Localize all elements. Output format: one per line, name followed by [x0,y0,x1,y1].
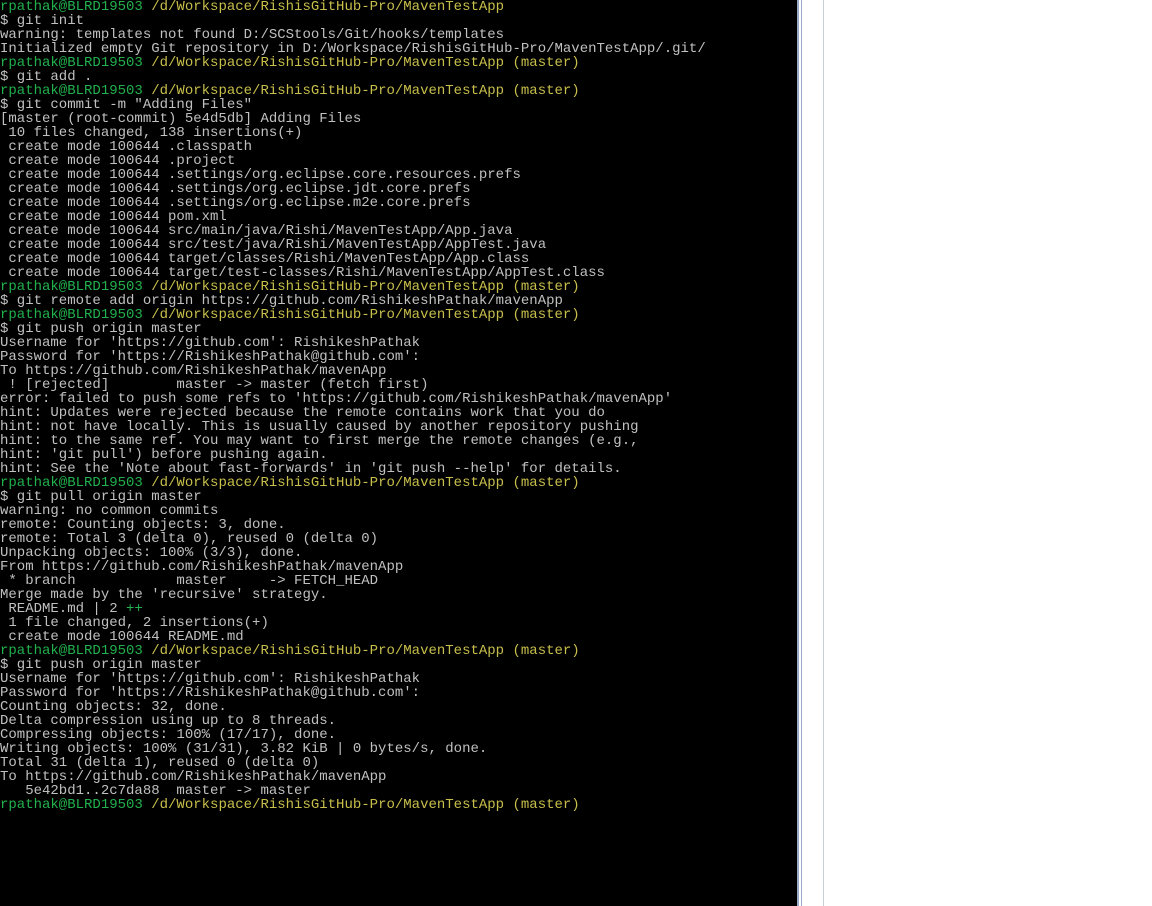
prompt-path: /d/Workspace/RishisGitHub-Pro/MavenTestA… [143,0,504,15]
terminal-line: hint: to the same ref. You may want to f… [0,434,797,448]
terminal-line: rpathak@BLRD19503 /d/Workspace/RishisGit… [0,280,797,294]
terminal-line: Merge made by the 'recursive' strategy. [0,588,797,602]
terminal-line: $ git add . [0,70,797,84]
terminal-line: Username for 'https://github.com': Rishi… [0,336,797,350]
terminal-line: $ git pull origin master [0,490,797,504]
terminal-line: Password for 'https://RishikeshPathak@gi… [0,350,797,364]
terminal-line: 1 file changed, 2 insertions(+) [0,616,797,630]
terminal-line: hint: not have locally. This is usually … [0,420,797,434]
terminal-line: remote: Counting objects: 3, done. [0,518,797,532]
terminal-line: README.md | 2 ++ [0,602,797,616]
terminal-line: Compressing objects: 100% (17/17), done. [0,728,797,742]
scrollbar-gutter [801,0,824,906]
terminal-line: From https://github.com/RishikeshPathak/… [0,560,797,574]
terminal-line: warning: no common commits [0,504,797,518]
terminal-line: warning: templates not found D:/SCStools… [0,28,797,42]
terminal-line: $ git push origin master [0,658,797,672]
terminal-line: Writing objects: 100% (31/31), 3.82 KiB … [0,742,797,756]
terminal-window[interactable]: rpathak@BLRD19503 /d/Workspace/RishisGit… [0,0,799,906]
terminal-line: Counting objects: 32, done. [0,700,797,714]
terminal-line: rpathak@BLRD19503 /d/Workspace/RishisGit… [0,476,797,490]
prompt-path: /d/Workspace/RishisGitHub-Pro/MavenTestA… [143,55,580,71]
terminal-line: To https://github.com/RishikeshPathak/ma… [0,364,797,378]
prompt-path: /d/Workspace/RishisGitHub-Pro/MavenTestA… [143,307,580,323]
terminal-line: To https://github.com/RishikeshPathak/ma… [0,770,797,784]
terminal-line: create mode 100644 src/main/java/Rishi/M… [0,224,797,238]
terminal-line: hint: Updates were rejected because the … [0,406,797,420]
terminal-line: Unpacking objects: 100% (3/3), done. [0,546,797,560]
terminal-line: rpathak@BLRD19503 /d/Workspace/RishisGit… [0,798,797,812]
terminal-line: $ git init [0,14,797,28]
terminal-line: $ git push origin master [0,322,797,336]
terminal-line: create mode 100644 .settings/org.eclipse… [0,196,797,210]
terminal-line: Password for 'https://RishikeshPathak@gi… [0,686,797,700]
terminal-line: create mode 100644 .classpath [0,140,797,154]
terminal-line: $ git remote add origin https://github.c… [0,294,797,308]
terminal-line: hint: 'git pull') before pushing again. [0,448,797,462]
prompt-user: rpathak@BLRD19503 [0,797,143,813]
terminal-line: 5e42bd1..2c7da88 master -> master [0,784,797,798]
terminal-line: rpathak@BLRD19503 /d/Workspace/RishisGit… [0,644,797,658]
terminal-line: $ git commit -m "Adding Files" [0,98,797,112]
terminal-line: * branch master -> FETCH_HEAD [0,574,797,588]
terminal-line: 10 files changed, 138 insertions(+) [0,126,797,140]
terminal-line: remote: Total 3 (delta 0), reused 0 (del… [0,532,797,546]
terminal-line: hint: See the 'Note about fast-forwards'… [0,462,797,476]
terminal-line: Username for 'https://github.com': Rishi… [0,672,797,686]
terminal-line: Total 31 (delta 1), reused 0 (delta 0) [0,756,797,770]
terminal-line: error: failed to push some refs to 'http… [0,392,797,406]
terminal-line: Initialized empty Git repository in D:/W… [0,42,797,56]
terminal-line: rpathak@BLRD19503 /d/Workspace/RishisGit… [0,84,797,98]
terminal-line: create mode 100644 .project [0,154,797,168]
terminal-line: create mode 100644 .settings/org.eclipse… [0,182,797,196]
terminal-line: create mode 100644 target/test-classes/R… [0,266,797,280]
terminal-line: Delta compression using up to 8 threads. [0,714,797,728]
terminal-line: create mode 100644 README.md [0,630,797,644]
terminal-line: create mode 100644 src/test/java/Rishi/M… [0,238,797,252]
terminal-line: rpathak@BLRD19503 /d/Workspace/RishisGit… [0,56,797,70]
terminal-line: rpathak@BLRD19503 /d/Workspace/RishisGit… [0,0,797,14]
terminal-line: [master (root-commit) 5e4d5db] Adding Fi… [0,112,797,126]
terminal-line: create mode 100644 .settings/org.eclipse… [0,168,797,182]
terminal-line: rpathak@BLRD19503 /d/Workspace/RishisGit… [0,308,797,322]
terminal-line: create mode 100644 pom.xml [0,210,797,224]
prompt-path: /d/Workspace/RishisGitHub-Pro/MavenTestA… [143,797,580,813]
prompt-path: /d/Workspace/RishisGitHub-Pro/MavenTestA… [143,643,580,659]
prompt-path: /d/Workspace/RishisGitHub-Pro/MavenTestA… [143,475,580,491]
terminal-line: ! [rejected] master -> master (fetch fir… [0,378,797,392]
terminal-output[interactable]: rpathak@BLRD19503 /d/Workspace/RishisGit… [0,0,797,812]
terminal-line: create mode 100644 target/classes/Rishi/… [0,252,797,266]
